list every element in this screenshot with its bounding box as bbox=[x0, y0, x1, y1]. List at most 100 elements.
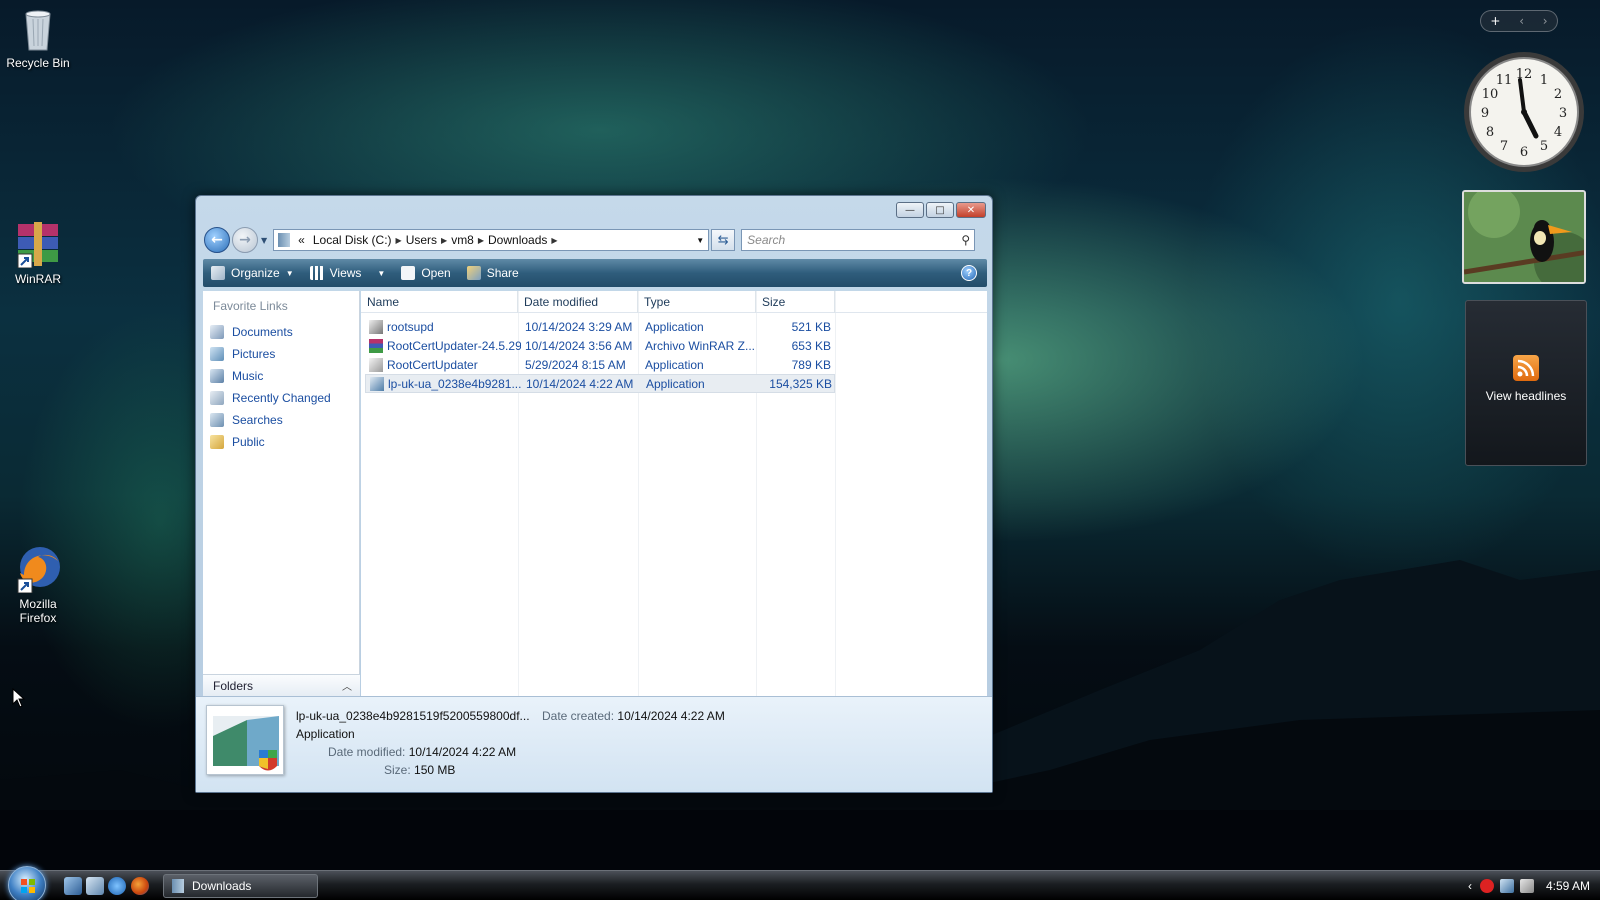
breadcrumb-downloads[interactable]: Downloads bbox=[488, 233, 547, 247]
organize-button[interactable]: Organize ▼ bbox=[203, 259, 302, 287]
file-list: Name Date modified Type Size rootsupd 10… bbox=[361, 291, 987, 696]
file-row-rootcertupdater[interactable]: RootCertUpdater 5/29/2024 8:15 AM Applic… bbox=[365, 355, 835, 374]
file-name: RootCertUpdater bbox=[387, 357, 478, 372]
volume-muted-icon[interactable] bbox=[1519, 879, 1534, 893]
chevron-up-icon: ︿ bbox=[342, 682, 352, 693]
view-headlines-link[interactable]: View headlines bbox=[1466, 389, 1586, 403]
address-bar[interactable]: « Local Disk (C:) ▶ Users ▶ vm8 ▶ Downlo… bbox=[273, 229, 710, 251]
help-button[interactable]: ? bbox=[961, 265, 977, 281]
breadcrumb-separator-icon[interactable]: ▶ bbox=[478, 236, 484, 245]
favorite-pictures[interactable]: Pictures bbox=[203, 343, 359, 365]
breadcrumb-local-disk[interactable]: Local Disk (C:) bbox=[313, 233, 392, 247]
maximize-button[interactable]: □ bbox=[926, 202, 954, 218]
back-button[interactable]: ← bbox=[204, 227, 230, 253]
file-name: RootCertUpdater-24.5.29 bbox=[387, 338, 521, 353]
recent-pages-dropdown[interactable]: ▼ bbox=[261, 236, 267, 245]
refresh-button[interactable]: ⇆ bbox=[711, 229, 736, 251]
size-label: Size: bbox=[384, 763, 411, 777]
share-icon bbox=[466, 266, 481, 280]
add-gadget-button[interactable]: + bbox=[1490, 14, 1500, 28]
navigation-pane: Favorite Links Documents Pictures Music … bbox=[203, 291, 360, 693]
documents-icon bbox=[210, 325, 224, 339]
details-pane: lp-uk-ua_0238e4b9281519f5200559800df... … bbox=[196, 696, 992, 792]
clock-number: 11 bbox=[1496, 73, 1513, 88]
file-size: 789 KB bbox=[791, 357, 831, 372]
column-header-size[interactable]: Size bbox=[756, 291, 835, 313]
favorite-public[interactable]: Public bbox=[203, 431, 359, 453]
search-input[interactable]: Search ⚲ bbox=[741, 229, 976, 251]
column-headers: Name Date modified Type Size bbox=[361, 291, 987, 313]
taskbar-button-downloads[interactable]: Downloads bbox=[163, 874, 318, 898]
mouse-pointer-icon bbox=[12, 688, 26, 708]
show-desktop-icon[interactable] bbox=[64, 877, 82, 895]
firefox-icon bbox=[14, 545, 62, 594]
system-tray: ‹ 4:59 AM bbox=[1468, 871, 1600, 900]
file-name: lp-uk-ua_0238e4b9281... bbox=[388, 376, 522, 391]
taskbar-button-label: Downloads bbox=[192, 879, 252, 893]
firefox-quicklaunch-icon[interactable] bbox=[131, 877, 149, 895]
breadcrumb-separator-icon[interactable]: ▶ bbox=[551, 236, 557, 245]
breadcrumb-overflow[interactable]: « bbox=[298, 233, 305, 247]
favorite-recently-changed[interactable]: Recently Changed bbox=[203, 387, 359, 409]
folders-toggle[interactable]: Folders ︿ bbox=[203, 674, 360, 696]
views-icon bbox=[309, 266, 324, 280]
application-icon bbox=[369, 319, 383, 334]
open-button[interactable]: Open bbox=[393, 259, 458, 287]
favorite-documents[interactable]: Documents bbox=[203, 321, 359, 343]
file-row-rootcertupdater-zip[interactable]: RootCertUpdater-24.5.29 10/14/2024 3:56 … bbox=[365, 336, 835, 355]
close-button[interactable]: ✕ bbox=[956, 202, 986, 218]
network-icon[interactable] bbox=[1499, 879, 1514, 893]
security-alert-icon[interactable] bbox=[1479, 879, 1494, 893]
file-size: 154,325 KB bbox=[769, 376, 832, 391]
switch-windows-icon[interactable] bbox=[86, 877, 104, 895]
winrar-desktop-icon[interactable]: WinRAR bbox=[0, 220, 78, 286]
share-button[interactable]: Share bbox=[459, 259, 527, 287]
breadcrumb-separator-icon[interactable]: ▶ bbox=[441, 236, 447, 245]
favorite-label: Recently Changed bbox=[232, 391, 331, 405]
forward-button[interactable]: → bbox=[232, 227, 258, 253]
file-type: Application bbox=[645, 357, 704, 372]
column-header-type[interactable]: Type bbox=[638, 291, 756, 313]
feed-headlines-gadget[interactable]: View headlines bbox=[1465, 300, 1587, 466]
minimize-button[interactable]: — bbox=[896, 202, 924, 218]
explorer-folder-icon bbox=[172, 879, 184, 893]
searches-icon bbox=[210, 413, 224, 427]
clock-gadget[interactable]: 12 1 2 3 4 5 6 7 8 9 10 11 bbox=[1462, 50, 1586, 174]
column-header-date-modified[interactable]: Date modified bbox=[518, 291, 638, 313]
breadcrumb-separator-icon[interactable]: ▶ bbox=[396, 236, 402, 245]
internet-explorer-icon[interactable] bbox=[108, 877, 126, 895]
favorite-label: Public bbox=[232, 435, 265, 449]
clock-number: 4 bbox=[1554, 125, 1562, 140]
taskbar: Downloads ‹ 4:59 AM bbox=[0, 866, 1600, 900]
column-header-name[interactable]: Name bbox=[361, 291, 518, 313]
favorite-label: Pictures bbox=[232, 347, 276, 361]
recycle-bin-icon bbox=[14, 4, 62, 52]
recycle-bin-desktop-icon[interactable]: Recycle Bin bbox=[0, 4, 78, 70]
file-size: 521 KB bbox=[791, 319, 831, 334]
clock-number: 5 bbox=[1540, 139, 1548, 154]
file-row-lp-uk-ua[interactable]: lp-uk-ua_0238e4b9281... 10/14/2024 4:22 … bbox=[365, 374, 835, 393]
previous-gadgets-button[interactable]: ‹ bbox=[1519, 14, 1524, 28]
favorite-links-header: Favorite Links bbox=[213, 299, 288, 313]
views-button[interactable]: Views ▼ bbox=[302, 259, 394, 287]
next-gadgets-button[interactable]: › bbox=[1543, 14, 1548, 28]
favorite-label: Music bbox=[232, 369, 264, 383]
file-row-rootsupd[interactable]: rootsupd 10/14/2024 3:29 AM Application … bbox=[365, 317, 835, 336]
date-modified-value: 10/14/2024 4:22 AM bbox=[408, 745, 517, 759]
start-button[interactable] bbox=[8, 866, 46, 900]
favorite-searches[interactable]: Searches bbox=[203, 409, 359, 431]
favorite-music[interactable]: Music bbox=[203, 365, 359, 387]
breadcrumb-vm8[interactable]: vm8 bbox=[451, 233, 474, 247]
clock-number: 6 bbox=[1520, 145, 1528, 160]
address-history-dropdown[interactable]: ▼ bbox=[692, 236, 708, 245]
search-icon[interactable]: ⚲ bbox=[961, 233, 970, 247]
clock-number: 7 bbox=[1500, 139, 1508, 154]
firefox-label-line1: Mozilla bbox=[19, 597, 57, 611]
details-type: Application bbox=[296, 727, 355, 741]
slideshow-gadget[interactable] bbox=[1462, 190, 1586, 284]
breadcrumb-users[interactable]: Users bbox=[406, 233, 437, 247]
pictures-icon bbox=[210, 347, 224, 361]
tray-expand-button[interactable]: ‹ bbox=[1468, 879, 1472, 893]
firefox-desktop-icon[interactable]: Mozilla Firefox bbox=[0, 545, 78, 625]
system-clock[interactable]: 4:59 AM bbox=[1546, 879, 1590, 893]
